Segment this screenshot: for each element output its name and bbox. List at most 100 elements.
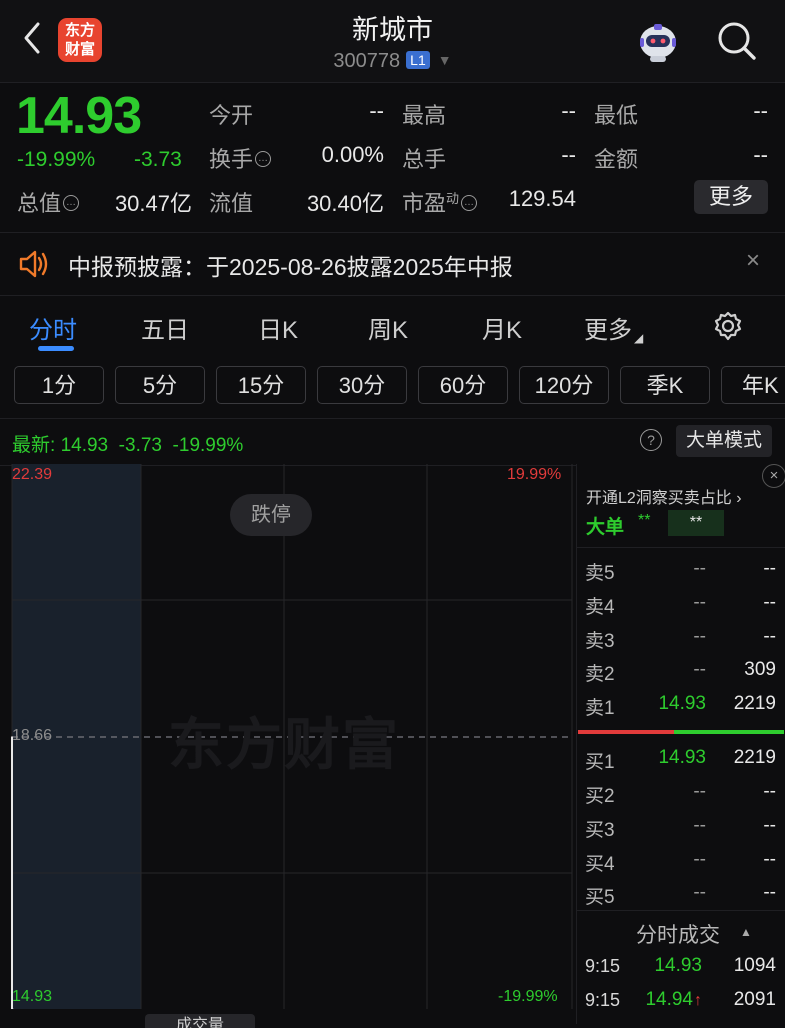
market-cap-value: 30.47亿 [114, 191, 192, 216]
chip-5min[interactable]: 5分 [115, 366, 205, 404]
info-icon[interactable]: … [255, 151, 272, 167]
tick-price: 14.93 [654, 955, 702, 976]
robot-assistant-icon[interactable] [636, 20, 680, 64]
latest-price-row: 最新: 14.93 -3.73 -19.99% ? 大单模式 [0, 418, 785, 466]
search-icon[interactable] [716, 20, 758, 62]
chip-15min[interactable]: 15分 [216, 366, 306, 404]
l2-upgrade-link[interactable]: 开通L2洞察买卖占比 › [586, 484, 742, 508]
float-cap-value: 30.40亿 [306, 191, 384, 216]
big-order-mode-button[interactable]: 大单模式 [676, 425, 772, 457]
price-line [11, 736, 14, 1009]
tab-weekly-k[interactable]: 周K [368, 310, 408, 345]
chip-1min[interactable]: 1分 [14, 366, 104, 404]
period-tabs: 分时 五日 日K 周K 月K 更多 ◢ [0, 298, 785, 360]
tab-monthly-k[interactable]: 月K [482, 310, 522, 345]
sell-level-price: -- [693, 558, 706, 579]
latest-change: -3.73 [118, 435, 162, 456]
buy-ratio-bar [674, 730, 784, 734]
buy-level-label: 买1 [585, 752, 615, 773]
turnover-label[interactable]: 换手… [209, 142, 272, 174]
latest-price: 14.93 [60, 435, 109, 456]
big-order-ratio: ** [668, 510, 724, 536]
last-price: 14.93 [16, 87, 142, 145]
sell-level-volume: 2219 [733, 693, 776, 714]
chip-60min[interactable]: 60分 [418, 366, 508, 404]
buy-level-label: 买4 [585, 854, 615, 875]
tick-volume: 2091 [733, 989, 776, 1010]
sell-level-label: 卖1 [585, 698, 615, 719]
buy-level-price: 14.93 [658, 747, 706, 768]
pe-dynamic-sup: 动 [446, 191, 460, 206]
change-percent: -19.99% [17, 148, 96, 171]
gear-icon[interactable] [712, 310, 744, 347]
close-icon[interactable]: × [746, 247, 760, 275]
tick-time: 9:15 [585, 956, 621, 976]
y-axis-bottom-label: 14.93 [12, 988, 53, 1005]
notice-bar[interactable]: 中报预披露：于2025-08-26披露2025年中报 × [0, 232, 785, 296]
pe-label[interactable]: 市盈动… [402, 186, 478, 218]
limit-down-label: 跌停 [230, 494, 312, 536]
buy-level-label: 买2 [585, 786, 615, 807]
pe-label-text: 市盈 [402, 191, 447, 216]
active-tab-indicator [38, 346, 74, 351]
pe-value: 129.54 [508, 186, 576, 211]
turnover-value: 0.00% [321, 142, 384, 167]
caret-up-icon[interactable]: ▲ [740, 925, 752, 939]
high-value: -- [561, 98, 576, 123]
buy-level-price: -- [693, 849, 706, 870]
help-icon[interactable]: ? [640, 429, 662, 451]
pct-axis-top-label: 19.99% [507, 466, 562, 483]
sell-level-price: -- [693, 592, 706, 613]
chip-30min[interactable]: 30分 [317, 366, 407, 404]
info-icon[interactable]: … [63, 195, 80, 211]
volume-tab[interactable]: 成交量 [145, 1014, 255, 1028]
info-icon[interactable]: … [461, 195, 478, 211]
buy-level-volume: -- [763, 849, 776, 870]
latest-pct: -19.99% [172, 435, 244, 456]
latest-summary: 最新: 14.93 -3.73 -19.99% [12, 430, 243, 457]
chip-120min[interactable]: 120分 [519, 366, 609, 404]
sell-level-volume: -- [763, 626, 776, 647]
sell-level-label: 卖3 [585, 631, 615, 652]
high-label: 最高 [402, 103, 447, 128]
tab-intraday[interactable]: 分时 [29, 310, 77, 345]
chip-year-k[interactable]: 年K [721, 366, 785, 404]
notice-text: 中报预披露：于2025-08-26披露2025年中报 [68, 254, 513, 280]
dropdown-triangle-icon: ▼ [437, 52, 452, 68]
close-icon[interactable]: × [762, 464, 785, 488]
tab-daily-k[interactable]: 日K [258, 310, 298, 345]
sell-level-label: 卖5 [585, 563, 615, 584]
open-label: 今开 [209, 103, 254, 128]
sell-level-label: 卖2 [585, 664, 615, 685]
chip-quarter-k[interactable]: 季K [620, 366, 710, 404]
low-value: -- [753, 98, 768, 123]
big-order-label: 大单 [586, 517, 625, 538]
change-amount: -3.73 [134, 148, 182, 171]
divider [576, 910, 785, 911]
sell-level-volume: 309 [744, 659, 776, 680]
buy-level-volume: -- [763, 882, 776, 903]
tab-more[interactable]: 更多 ◢ [584, 310, 643, 345]
tab-more-label: 更多 [584, 317, 632, 344]
buy-level-volume: -- [763, 781, 776, 802]
buy-level-price: -- [693, 781, 706, 802]
volume-label: 总手 [402, 147, 447, 172]
speaker-icon [18, 249, 50, 284]
pct-axis-bottom-label: -19.99% [498, 988, 558, 1005]
amount-value: -- [753, 142, 768, 167]
more-fields-button[interactable]: 更多 [694, 180, 768, 214]
float-cap-label: 流值 [209, 191, 254, 216]
corner-triangle-icon: ◢ [634, 331, 644, 345]
tick-trades-title[interactable]: 分时成交 [636, 919, 720, 949]
stock-code: 300778 [333, 50, 401, 72]
level-badge: L1 [406, 51, 430, 69]
tick-volume: 1094 [733, 955, 776, 976]
tab-five-day[interactable]: 五日 [141, 310, 189, 345]
latest-label: 最新: [12, 435, 56, 456]
market-cap-label[interactable]: 总值… [17, 186, 80, 218]
sell-level-label: 卖4 [585, 597, 615, 618]
tick-price-value: 14.94 [645, 989, 693, 1010]
buy-level-label: 买5 [585, 887, 615, 908]
sell-level-price: -- [693, 626, 706, 647]
turnover-label-text: 换手 [209, 147, 254, 172]
